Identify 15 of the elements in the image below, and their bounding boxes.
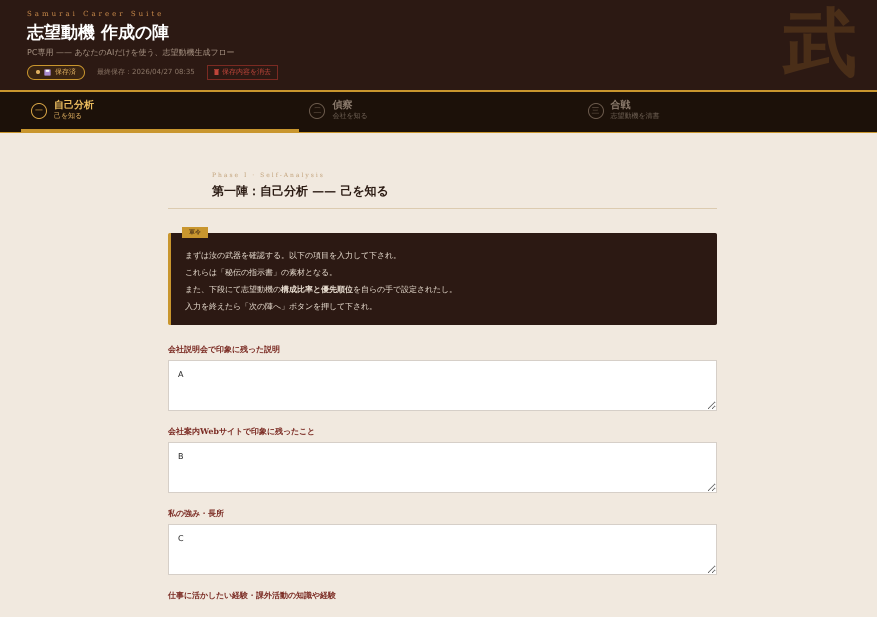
notice-text: 入力を終えたら「次の陣へ」ボタンを押して下され。 [185,301,378,313]
field-label: 仕事に活かしたい経験・課外活動の知識や経験 [168,589,337,601]
subtitle-text: PC専用 —— あなたのAIだけを使う、志望動機生成フロー [27,46,236,59]
notice-text: これらは「秘伝の指示書」の素材となる。 [185,267,338,279]
field-label: 会社説明会で印象に残った説明 [168,343,281,355]
field-label: 会社案内Webサイトで印象に残ったこと [168,425,316,437]
text-area-field[interactable]: B [168,442,717,493]
section-title: 第一陣：自己分析 —— 己を知る [212,183,390,200]
notice-text: また、下段にて志望動機の構成比率と優先順位を自らの手で設定されたし。 [185,284,458,296]
trash-icon [214,69,219,76]
text-area-field[interactable]: C [168,524,717,575]
notice-text: まずは汝の武器を確認する。以下の項目を入力して下され。 [185,250,402,262]
field-label: 私の強み・長所 [168,507,225,519]
text-area-field[interactable]: A [168,360,717,411]
app-title: 志望動機 作成の陣 [27,22,170,44]
